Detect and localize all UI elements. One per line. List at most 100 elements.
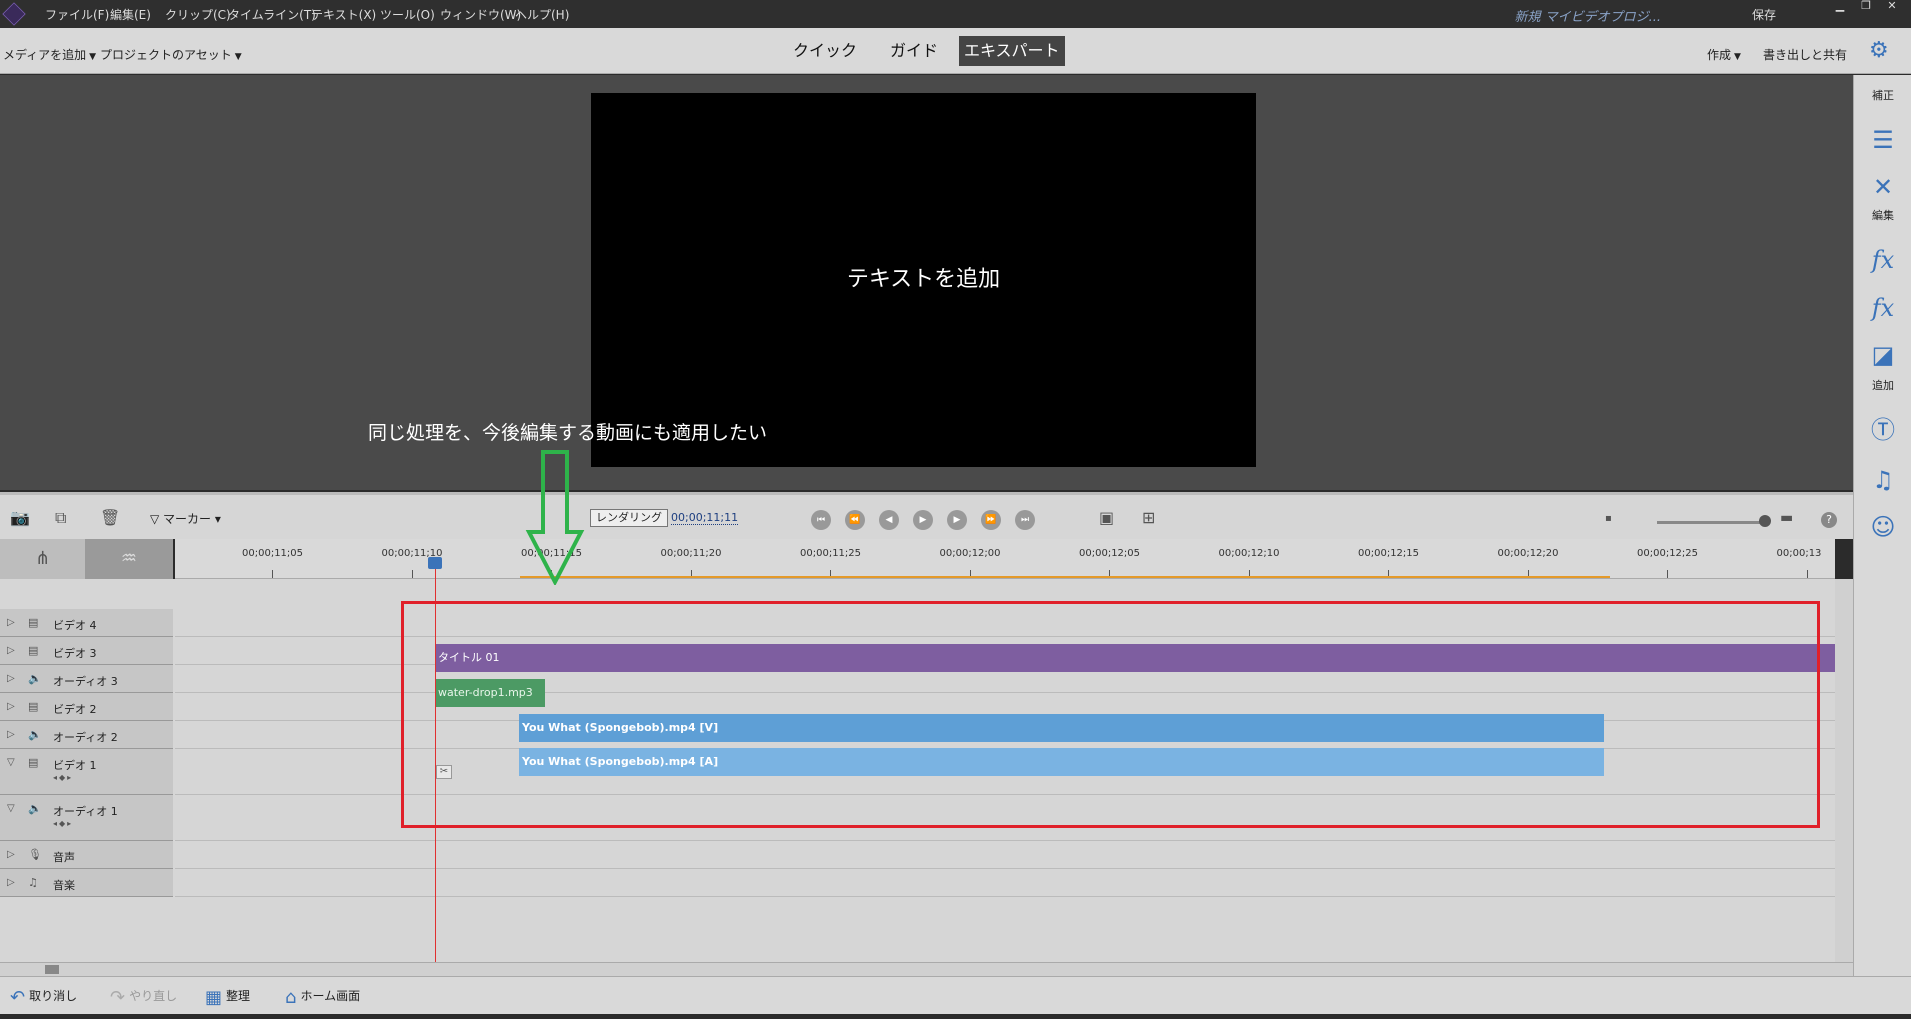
preview-title-text: テキストを追加: [846, 267, 1001, 292]
step-forward-icon[interactable]: ▶: [947, 510, 967, 530]
tab-quick[interactable]: クイック: [788, 36, 862, 66]
menu-bar: ファイル(F) 編集(E) クリップ(C) タイムライン(T) テキスト(X) …: [0, 0, 1911, 28]
gear-icon[interactable]: ⚙: [1869, 40, 1891, 62]
audio-waveform-icon[interactable]: ♒: [85, 539, 173, 579]
camera-icon[interactable]: 📷: [10, 508, 30, 527]
replace-icon[interactable]: ⧉: [55, 508, 66, 528]
scrollbar-thumb[interactable]: [45, 965, 59, 974]
prev-edit-icon[interactable]: ⏪: [845, 510, 865, 530]
play-icon[interactable]: ▶: [913, 510, 933, 530]
film-icon: ▤: [28, 644, 39, 657]
fit-timeline-icon[interactable]: ⊞: [1142, 508, 1155, 527]
add-media-dropdown[interactable]: メディアを追加 ▼: [3, 46, 96, 63]
ruler-tick-label: 00;00;12;25: [1637, 548, 1699, 559]
help-icon[interactable]: ?: [1821, 512, 1837, 528]
menu-file[interactable]: ファイル(F): [45, 6, 109, 23]
menu-timeline[interactable]: タイムライン(T): [228, 6, 316, 23]
vertical-scrollbar[interactable]: [1835, 579, 1853, 962]
track-view-toggle: ⋔ ♒: [0, 539, 173, 579]
track-lane[interactable]: [175, 841, 1835, 869]
expand-icon[interactable]: ▷: [7, 849, 15, 860]
track-header[interactable]: ▷ 🔈 オーディオ 3: [0, 665, 173, 693]
minimize-icon[interactable]: ▁: [1827, 0, 1853, 14]
step-back-icon[interactable]: ◀: [879, 510, 899, 530]
playhead-handle[interactable]: [428, 557, 442, 569]
export-share-button[interactable]: 書き出しと共有: [1763, 46, 1847, 63]
mode-bar: メディアを追加 ▼ プロジェクトのアセット ▼ クイック ガイド エキスパート 作成…: [0, 28, 1911, 74]
collapse-icon[interactable]: ▽: [7, 803, 15, 814]
ruler-tick-label: 00;00;11;25: [800, 548, 862, 559]
track-header[interactable]: ▷ 🎙 音声: [0, 841, 173, 869]
menu-help[interactable]: ヘルプ(H): [515, 6, 569, 23]
home-screen-button[interactable]: ⌂ ホーム画面: [285, 987, 360, 1008]
grid-icon: ▦: [205, 987, 223, 1008]
expand-icon[interactable]: ▷: [7, 729, 15, 740]
graphics-smiley-icon[interactable]: ☺: [1868, 512, 1898, 542]
render-button[interactable]: レンダリング: [590, 509, 668, 527]
close-icon[interactable]: ✕: [1879, 0, 1905, 14]
adjust-sliders-icon[interactable]: ☰: [1868, 125, 1898, 155]
goto-start-icon[interactable]: ⏮: [811, 510, 831, 530]
annotation-arrow-icon: [525, 450, 585, 585]
menu-clip[interactable]: クリップ(C): [165, 6, 231, 23]
timeline-toolbar: 📷 ⧉ 🗑 ▽ マーカー ▾ レンダリング 00;00;11;11 ⏮ ⏪ ◀ …: [0, 492, 1853, 539]
zoom-in-icon[interactable]: ▬: [1780, 510, 1793, 526]
work-area-bar[interactable]: [520, 576, 1610, 578]
track-header[interactable]: ▽ ▤ ビデオ 1 ◂◆▸: [0, 749, 173, 795]
transitions-icon[interactable]: ◪: [1868, 340, 1898, 370]
home-icon: ⌂: [285, 987, 297, 1008]
titles-text-icon[interactable]: Ⓣ: [1868, 415, 1898, 445]
menu-tools[interactable]: ツール(O): [380, 6, 435, 23]
video-tracks-icon[interactable]: ⋔: [0, 539, 85, 579]
goto-end-icon[interactable]: ⏭: [1015, 510, 1035, 530]
expand-icon[interactable]: ▷: [7, 617, 15, 628]
track-header[interactable]: ▽ 🔈 オーディオ 1 ◂◆▸: [0, 795, 173, 841]
right-action-panel: 補正 ☰ ✕ 編集 fx fx ◪ 追加 Ⓣ ♫ ☺: [1853, 75, 1911, 976]
undo-button[interactable]: ↶ 取り消し: [10, 987, 77, 1008]
horizontal-scrollbar[interactable]: [0, 962, 1853, 976]
create-dropdown[interactable]: 作成 ▼: [1707, 46, 1741, 63]
track-header[interactable]: ▷ 🔈 オーディオ 2: [0, 721, 173, 749]
save-button[interactable]: 保存: [1752, 6, 1776, 23]
track-header[interactable]: ▷ ▤ ビデオ 4: [0, 609, 173, 637]
zoom-out-icon[interactable]: ▪: [1605, 513, 1612, 524]
tab-expert[interactable]: エキスパート: [959, 36, 1065, 66]
track-header[interactable]: ▷ ♫ 音楽: [0, 869, 173, 897]
keyframe-nav[interactable]: ◂◆▸: [53, 773, 73, 782]
restore-icon[interactable]: ❐: [1853, 0, 1879, 14]
track-name: オーディオ 2: [53, 731, 118, 744]
track-lane[interactable]: [175, 869, 1835, 897]
zoom-slider-handle[interactable]: [1759, 515, 1771, 527]
keyframe-nav[interactable]: ◂◆▸: [53, 819, 73, 828]
expand-icon[interactable]: ▷: [7, 877, 15, 888]
collapse-icon[interactable]: ▽: [7, 757, 15, 768]
menu-edit[interactable]: 編集(E): [110, 6, 151, 23]
next-edit-icon[interactable]: ⏩: [981, 510, 1001, 530]
project-assets-dropdown[interactable]: プロジェクトのアセット ▼: [100, 46, 242, 63]
effects-icon[interactable]: fx: [1868, 293, 1898, 323]
track-header[interactable]: ▷ ▤ ビデオ 3: [0, 637, 173, 665]
menu-window[interactable]: ウィンドウ(W): [440, 6, 521, 23]
trash-icon[interactable]: 🗑: [100, 508, 120, 527]
ruler-tick-label: 00;00;11;05: [242, 548, 304, 559]
menu-text[interactable]: テキスト(X): [311, 6, 376, 23]
timeline-ruler[interactable]: 00;00;11;05 00;00;11;10 00;00;11;15 00;00;1…: [175, 539, 1835, 579]
monitor-settings-icon[interactable]: ▣: [1099, 508, 1114, 527]
zoom-slider[interactable]: [1657, 521, 1767, 524]
redo-icon: ↷: [110, 987, 126, 1008]
tools-icon[interactable]: ✕: [1868, 172, 1898, 202]
expand-icon[interactable]: ▷: [7, 701, 15, 712]
expand-icon[interactable]: ▷: [7, 645, 15, 656]
redo-button[interactable]: ↷ やり直し: [110, 987, 177, 1008]
ruler-tick: [411, 570, 413, 578]
organize-button[interactable]: ▦ 整理: [205, 987, 250, 1008]
track-header[interactable]: ▷ ▤ ビデオ 2: [0, 693, 173, 721]
tab-guided[interactable]: ガイド: [885, 36, 943, 66]
effects-edit-icon[interactable]: fx: [1868, 245, 1898, 275]
timecode-display[interactable]: 00;00;11;11: [671, 511, 739, 525]
marker-dropdown[interactable]: ▽ マーカー ▾: [150, 510, 221, 527]
video-preview[interactable]: テキストを追加: [591, 93, 1256, 467]
music-icon[interactable]: ♫: [1868, 465, 1898, 495]
expand-icon[interactable]: ▷: [7, 673, 15, 684]
ruler-tick: [1806, 570, 1808, 578]
